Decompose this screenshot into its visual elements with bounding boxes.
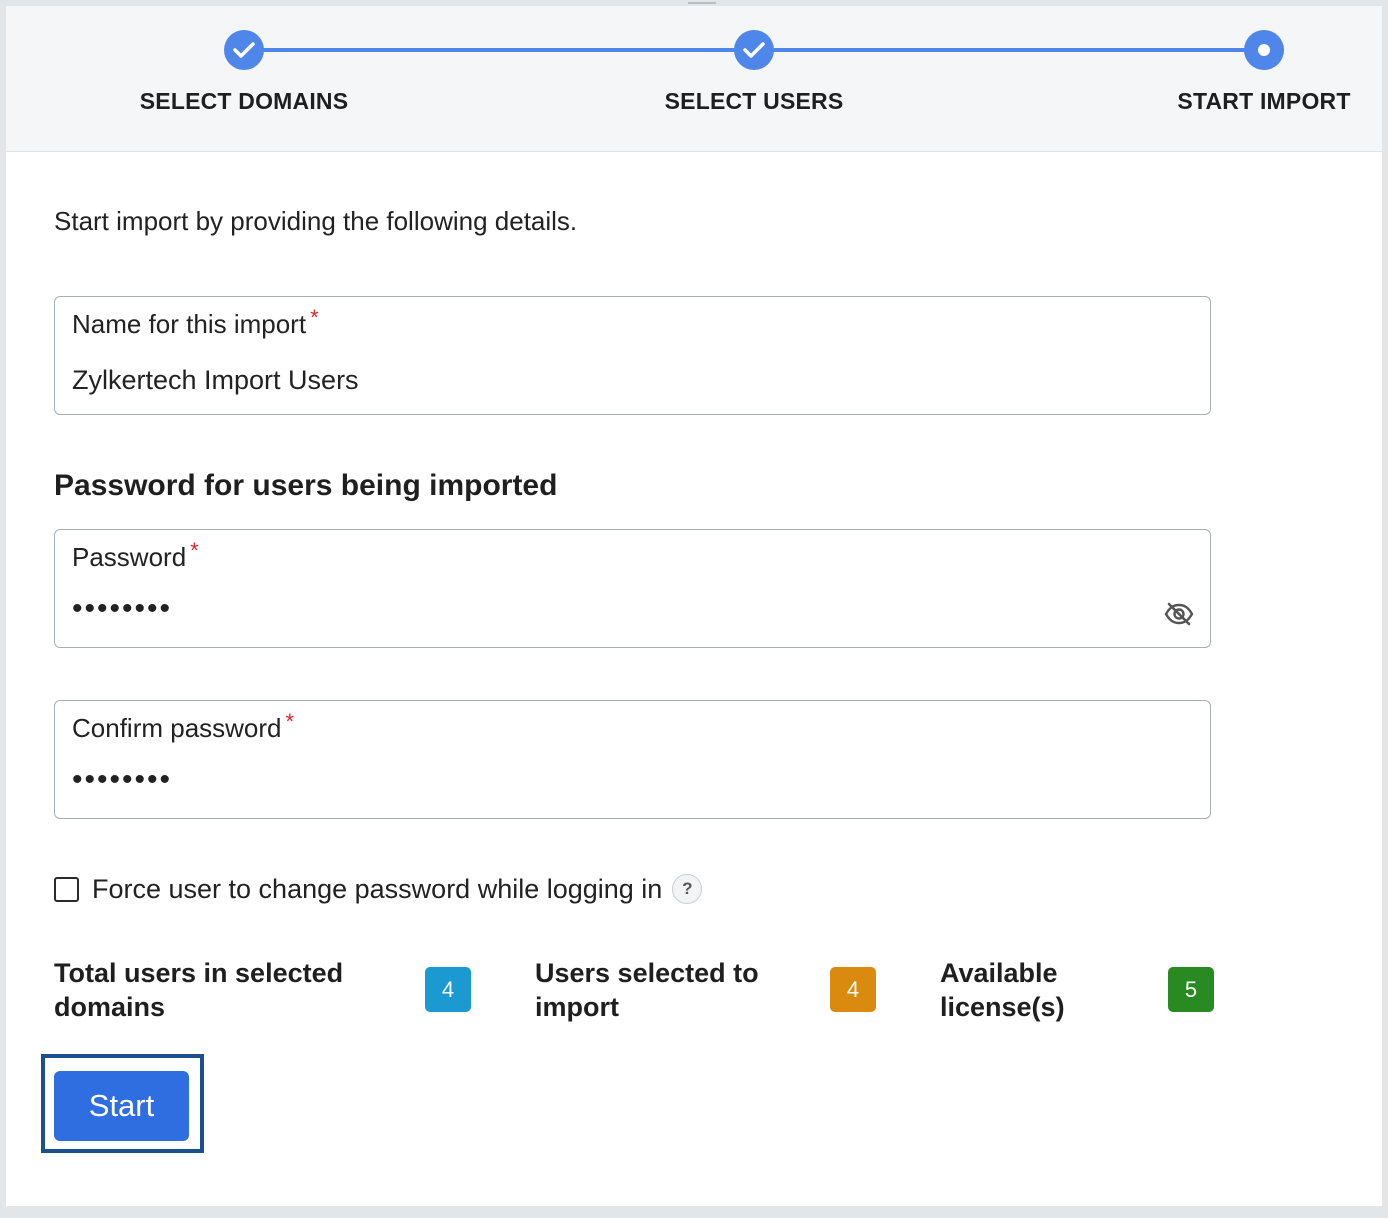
step-label-start-import[interactable]: START IMPORT <box>1177 88 1350 115</box>
password-section-heading: Password for users being imported <box>54 469 558 502</box>
password-input[interactable]: •••••••• <box>72 592 172 626</box>
force-change-checkbox[interactable] <box>54 876 79 902</box>
required-mark: * <box>285 709 295 734</box>
stat-licenses-label: Available license(s) <box>940 958 1065 1022</box>
drag-handle[interactable] <box>688 2 716 4</box>
force-change-label[interactable]: Force user to change password while logg… <box>92 874 662 905</box>
import-name-field[interactable]: Name for this import * Zylkertech Import … <box>54 296 1211 415</box>
help-icon[interactable]: ? <box>672 874 703 904</box>
required-mark: * <box>310 305 319 330</box>
import-name-input[interactable]: Zylkertech Import Users <box>72 365 359 396</box>
intro-text: Start import by providing the following … <box>54 206 578 236</box>
password-label: Password * <box>72 538 199 572</box>
password-field[interactable]: Password * •••••••• <box>54 529 1211 648</box>
step-3-current-dot-icon[interactable] <box>1244 30 1284 70</box>
import-name-label: Name for this import * <box>72 305 319 339</box>
confirm-password-field[interactable]: Confirm password * •••••••• <box>54 700 1211 819</box>
stat-total-users-label: Total users in selected domains <box>54 958 344 1022</box>
stat-selected-users-badge: 4 <box>830 967 876 1012</box>
start-button[interactable]: Start <box>54 1071 189 1141</box>
step-label-select-users[interactable]: SELECT USERS <box>665 88 844 115</box>
confirm-password-input[interactable]: •••••••• <box>72 763 172 797</box>
stat-licenses-badge: 5 <box>1168 967 1214 1012</box>
progress-stepper: SELECT DOMAINS SELECT USERS START IMPORT <box>6 2 1382 152</box>
step-label-select-domains[interactable]: SELECT DOMAINS <box>140 88 349 115</box>
stat-total-users-badge: 4 <box>425 967 471 1012</box>
step-connector-1 <box>244 48 754 52</box>
eye-off-icon[interactable] <box>1164 602 1194 626</box>
step-connector-2 <box>754 48 1264 52</box>
import-wizard: SELECT DOMAINS SELECT USERS START IMPORT… <box>6 2 1382 1206</box>
stat-selected-users-label: Users selected to import <box>535 958 759 1022</box>
force-change-option: Force user to change password while logg… <box>54 872 703 906</box>
step-1-check-icon[interactable] <box>224 30 264 70</box>
confirm-password-label: Confirm password * <box>72 709 295 743</box>
required-mark: * <box>190 538 199 563</box>
step-2-check-icon[interactable] <box>734 30 774 70</box>
